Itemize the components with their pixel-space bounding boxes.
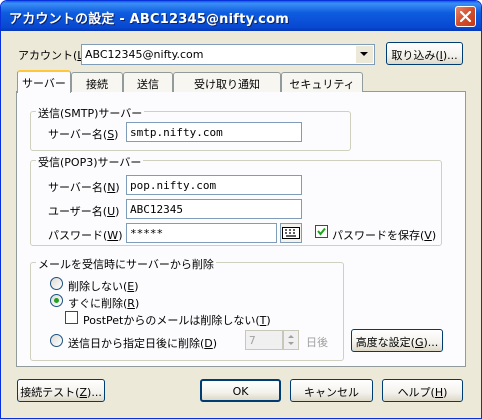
smtp-group-title: 送信(SMTP)サーバー (36, 105, 145, 121)
save-password-label[interactable]: パスワードを保存(V) (332, 227, 436, 243)
days-spinner[interactable] (283, 330, 299, 350)
tab-send[interactable]: 送信 (123, 72, 173, 92)
account-settings-dialog: アカウントの設定 - ABC12345@nifty.com アカウント(L) A… (0, 0, 482, 419)
close-icon (460, 11, 471, 22)
postpet-keep-label[interactable]: PostPetからのメールは削除しない(T) (83, 312, 271, 328)
combobox-arrow-button[interactable] (356, 46, 373, 63)
radio-delete-immediately[interactable] (50, 294, 63, 307)
postpet-keep-checkbox[interactable] (65, 311, 78, 324)
connection-test-button[interactable]: 接続テスト(Z)... (17, 379, 105, 402)
keyboard-button[interactable] (280, 223, 302, 243)
spinner-arrows-icon (288, 335, 294, 345)
smtp-server-input[interactable]: smtp.nifty.com (126, 122, 302, 142)
delete-group-title: メールを受信時にサーバーから削除 (36, 256, 216, 272)
radio-delete-after-days[interactable] (50, 334, 63, 347)
pop3-server-label: サーバー名(N) (48, 181, 120, 194)
save-password-checkbox[interactable] (315, 225, 328, 238)
radio-no-delete[interactable] (50, 277, 63, 290)
password-label: パスワード(W) (48, 229, 123, 242)
tab-connection[interactable]: 接続 (71, 72, 123, 92)
advanced-settings-button[interactable]: 高度な設定(G)... (351, 329, 443, 352)
smtp-server-label: サーバー名(S) (48, 128, 119, 141)
days-input[interactable]: 7 (245, 330, 283, 350)
check-icon (317, 227, 326, 236)
close-button[interactable] (455, 6, 476, 27)
pop3-group-title: 受信(POP3)サーバー (36, 154, 144, 170)
username-input[interactable]: ABC12345 (126, 199, 302, 219)
radio-delete-after-days-label[interactable]: 送信日から指定日後に削除(D) (68, 335, 217, 351)
keyboard-icon (282, 227, 300, 239)
cancel-button[interactable]: キャンセル (290, 379, 373, 402)
tab-receipt-notification[interactable]: 受け取り通知 (173, 72, 281, 92)
tab-security[interactable]: セキュリティ (281, 72, 363, 92)
account-combobox[interactable]: ABC12345@nifty.com (81, 44, 375, 65)
days-unit-label: 日後 (306, 336, 328, 349)
radio-no-delete-label[interactable]: 削除しない(E) (68, 278, 139, 294)
password-input[interactable]: ***** (126, 223, 277, 243)
username-label: ユーザー名(U) (48, 205, 120, 218)
window-title: アカウントの設定 - ABC12345@nifty.com (9, 12, 289, 27)
account-label: アカウント(L) (18, 49, 88, 62)
chevron-down-icon (360, 52, 368, 56)
ok-button[interactable]: OK (200, 379, 281, 402)
title-bar[interactable]: アカウントの設定 - ABC12345@nifty.com (1, 1, 481, 31)
account-combobox-value: ABC12345@nifty.com (85, 48, 204, 61)
tab-server[interactable]: サーバー (17, 70, 71, 93)
help-button[interactable]: ヘルプ(H) (382, 379, 463, 402)
radio-delete-immediately-label[interactable]: すぐに削除(R) (68, 295, 139, 311)
pop3-server-input[interactable]: pop.nifty.com (126, 175, 302, 195)
import-button[interactable]: 取り込み(I)... (386, 42, 463, 65)
